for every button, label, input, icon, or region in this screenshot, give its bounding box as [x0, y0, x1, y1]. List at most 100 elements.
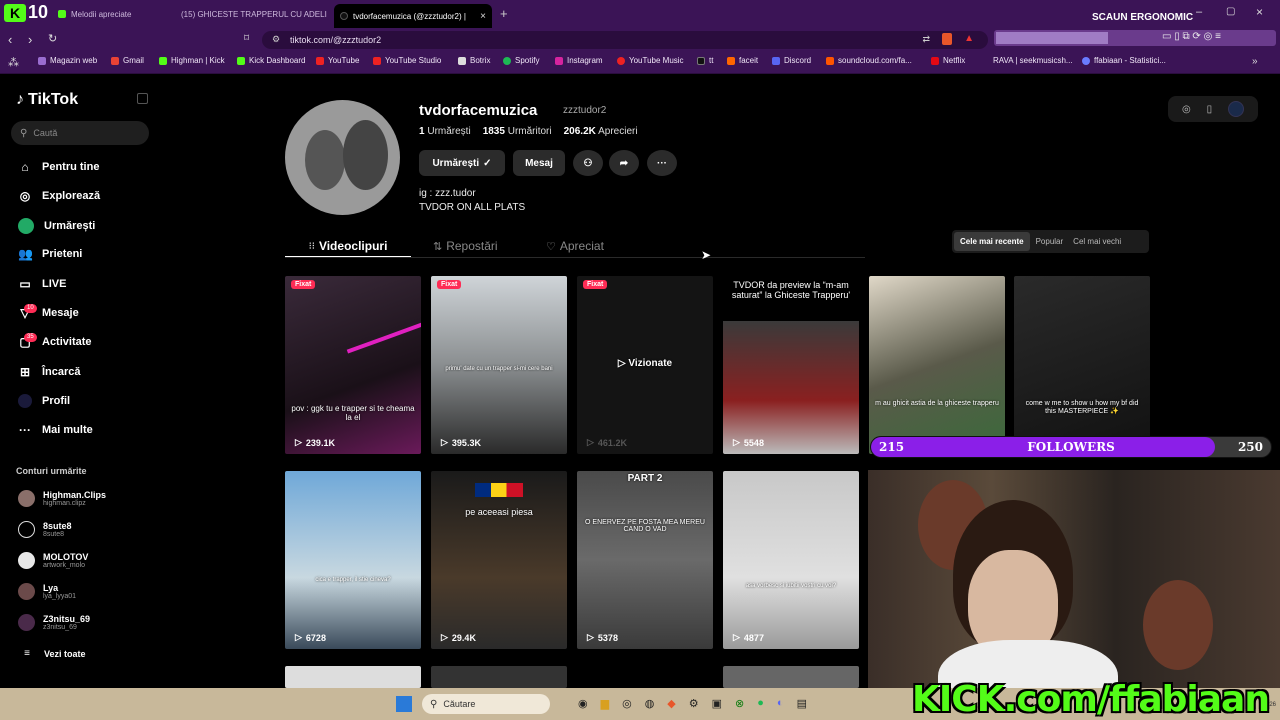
search-input[interactable]: ⚲ Caută	[11, 121, 149, 145]
following-stat[interactable]: 1 Urmărești	[419, 126, 471, 137]
bookmark-icon[interactable]: ⌑	[244, 33, 249, 44]
video-card[interactable]: TVDOR da preview la “m-am saturat” la Gh…	[723, 276, 859, 454]
message-button[interactable]: Mesaj	[513, 150, 565, 176]
coin-icon[interactable]: ◎	[1182, 104, 1191, 115]
more-options-button[interactable]: ···	[647, 150, 677, 176]
video-card[interactable]: Fixat pov : ggk tu e trapper si te cheam…	[285, 276, 421, 454]
terminal-icon[interactable]: ▤	[797, 697, 807, 710]
github-icon[interactable]: ◎	[622, 697, 632, 710]
discord-icon[interactable]: ◐	[777, 697, 784, 710]
following-item[interactable]: Z3nitsu_69 z3nitsu_69	[18, 614, 90, 631]
share-button[interactable]: ➦	[609, 150, 639, 176]
collapse-sidebar-icon[interactable]	[137, 93, 148, 104]
brave-shield-icon[interactable]	[942, 33, 952, 45]
video-card[interactable]	[431, 666, 567, 688]
tab-youtube[interactable]: (15) GHICESTE TRAPPERUL CU ADELI	[170, 4, 332, 24]
maximize-icon[interactable]: ▢	[1226, 6, 1235, 17]
nav-pentru-tine[interactable]: ⌂ Pentru tine	[18, 160, 99, 174]
bookmark-item[interactable]: Botrix	[458, 56, 490, 65]
translate-icon[interactable]: ⇄	[922, 34, 930, 45]
bookmark-item[interactable]: Magazin web	[38, 56, 97, 65]
bookmark-item[interactable]: Discord	[772, 56, 811, 65]
close-window-icon[interactable]: ×	[1256, 5, 1263, 19]
nav-prieteni[interactable]: 👥 Prieteni	[18, 247, 82, 261]
nav-urmaresti[interactable]: Urmărești	[18, 218, 95, 234]
minimize-icon[interactable]: –	[1196, 6, 1202, 18]
new-tab-icon[interactable]: +	[500, 6, 508, 21]
tiktok-logo[interactable]: ♪ TikTok	[16, 91, 78, 109]
user-avatar-icon[interactable]	[1228, 101, 1245, 117]
windows-start-icon[interactable]	[396, 696, 412, 712]
tab-videos[interactable]: ⁝⁝ Videoclipuri	[285, 236, 411, 258]
tab-melodii[interactable]: Melodii apreciate	[52, 4, 170, 24]
rewards-icon[interactable]: ▲	[964, 33, 974, 44]
see-all-link[interactable]: ≡ Vezi toate	[20, 647, 85, 661]
back-icon[interactable]: ‹	[8, 32, 12, 47]
bookmark-item[interactable]: soundcloud.com/fa...	[826, 56, 912, 65]
video-card[interactable]: PART 2 O ENERVEZ PE FOSTA MEA MEREU CAND…	[577, 471, 713, 649]
forward-icon[interactable]: ›	[28, 32, 32, 47]
nav-profil[interactable]: Profil	[18, 394, 70, 408]
reload-icon[interactable]: ↻	[48, 32, 57, 45]
following-item[interactable]: MOLOTOV artwork_molo	[18, 552, 88, 569]
nav-exploreaza[interactable]: ◎ Explorează	[18, 189, 100, 203]
taskbar-search[interactable]: ⚲ Căutare	[422, 694, 550, 714]
bookmark-item[interactable]: YouTube	[316, 56, 359, 65]
game-icon[interactable]: ▣	[712, 697, 722, 710]
url-field[interactable]: ⚙ tiktok.com/@zzztudor2 ⇄ ▲	[262, 31, 988, 49]
bookmark-item[interactable]: Instagram	[555, 56, 603, 65]
bookmark-item[interactable]: YouTube Music	[617, 56, 684, 65]
tab-tiktok[interactable]: tvdorfacemuzica (@zzztudor2) | ×	[334, 4, 492, 28]
apps-grid-icon[interactable]: ⁂	[8, 56, 19, 69]
video-card[interactable]	[285, 666, 421, 688]
close-tab-icon[interactable]: ×	[480, 11, 486, 22]
obs-icon[interactable]: ◍	[645, 697, 655, 710]
nav-mai-multe[interactable]: ··· Mai multe	[18, 423, 93, 437]
video-card[interactable]: cica e trapper, il stie cineva? ▷ 6728	[285, 471, 421, 649]
widget-icon[interactable]: ◉	[578, 697, 588, 710]
video-card[interactable]: pe aceeasi piesa ▷ 29.4K	[431, 471, 567, 649]
tab-reposts[interactable]: ⇅ Repostări	[433, 236, 498, 256]
bookmark-item[interactable]: Highman | Kick	[159, 56, 225, 65]
video-card[interactable]: asa vorbesc si iubitii voștri cu voi? ▷ 4…	[723, 471, 859, 649]
bookmark-item[interactable]: Spotify	[503, 56, 539, 65]
bookmark-item[interactable]: Gmail	[111, 56, 144, 65]
spotify-icon[interactable]: ●	[757, 697, 764, 710]
followers-stat[interactable]: 1835 Urmăritori	[483, 126, 552, 137]
folder-icon[interactable]: ▆	[601, 697, 609, 710]
url-text: tiktok.com/@zzztudor2	[290, 35, 382, 45]
following-item[interactable]: Highman.Clips highman.clipz	[18, 490, 106, 507]
video-card[interactable]: Fixat primu' date cu un trapper si-mi ce…	[431, 276, 567, 454]
video-card[interactable]: m au ghicit astia de la ghiceste trapper…	[869, 276, 1005, 454]
tab-liked[interactable]: ♡ Apreciat	[546, 236, 604, 256]
site-info-icon[interactable]: ⚙	[272, 34, 280, 45]
bookmark-item[interactable]: faceit	[727, 56, 758, 65]
phone-icon[interactable]: ▯	[1207, 104, 1213, 115]
following-button[interactable]: Urmărești ✓	[419, 150, 505, 176]
bookmark-item[interactable]: YouTube Studio	[373, 56, 441, 65]
bookmark-item[interactable]: Netflix	[931, 56, 965, 65]
extension-icon[interactable]: ▭ ▯ ⧉ ⟳ ◎ ≡	[1162, 31, 1221, 42]
video-card[interactable]: Fixat ▷ Vizionate ▷ 461.2K	[577, 276, 713, 454]
bookmark-item[interactable]: ffabiaan - Statistici...	[1082, 56, 1166, 65]
brave-icon[interactable]: ◆	[667, 697, 675, 710]
add-friend-button[interactable]: ⚇	[573, 150, 603, 176]
repost-icon: ⇅	[433, 240, 443, 253]
nav-live[interactable]: ▭ LIVE	[18, 277, 66, 291]
video-card[interactable]: come w me to show u how my bf did this M…	[1014, 276, 1150, 454]
following-item[interactable]: Lya lya_lyya01	[18, 583, 76, 600]
bookmark-item[interactable]: Kick Dashboard	[237, 56, 305, 65]
xbox-icon[interactable]: ⊗	[735, 697, 744, 710]
bookmark-item[interactable]: RAVA | seekmusicsh...	[993, 56, 1073, 65]
more-bookmarks-icon[interactable]: »	[1252, 56, 1258, 67]
following-item[interactable]: 8sute8 8sute8	[18, 521, 72, 538]
profile-avatar[interactable]	[285, 100, 400, 215]
nav-incarca[interactable]: ⊞ Încarcă	[18, 365, 81, 379]
sort-popular[interactable]: Popular	[1030, 232, 1070, 251]
video-card[interactable]	[723, 666, 859, 688]
sort-oldest[interactable]: Cel mai vechi	[1069, 232, 1125, 251]
bookmark-item[interactable]: tt	[697, 56, 713, 65]
view-count: ▷ 5548	[733, 437, 764, 448]
sort-recent[interactable]: Cele mai recente	[954, 232, 1030, 251]
steam-icon[interactable]: ⚙	[689, 697, 699, 710]
